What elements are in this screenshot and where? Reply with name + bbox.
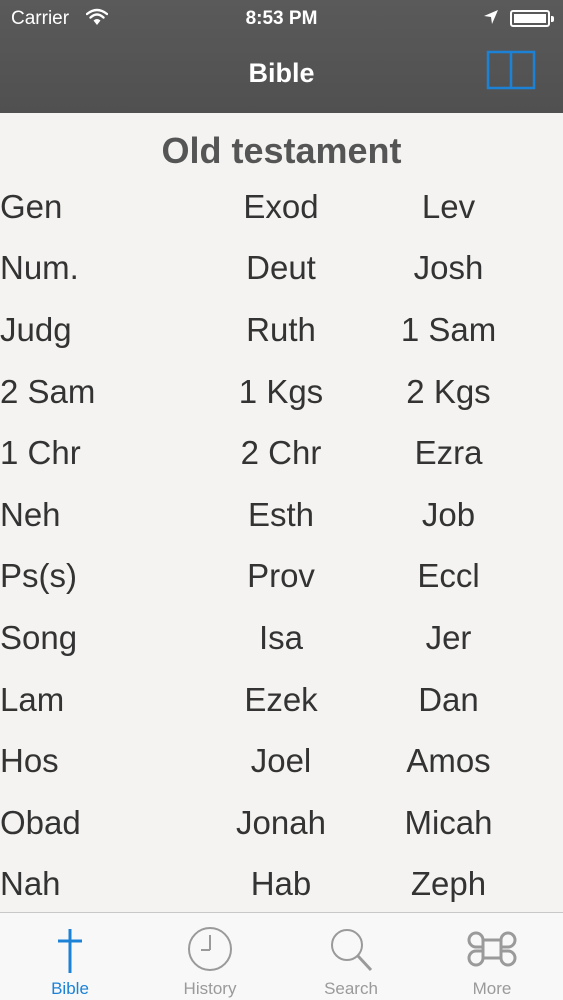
book-item[interactable]: Lev: [334, 176, 563, 238]
book-item[interactable]: Nah: [0, 854, 228, 916]
book-item[interactable]: Joel: [228, 730, 334, 792]
clock-icon: [188, 927, 232, 971]
tab-bible-label: Bible: [51, 979, 89, 998]
book-item[interactable]: 1 Kgs: [228, 361, 334, 423]
book-item[interactable]: Gen: [0, 176, 228, 238]
open-book-icon[interactable]: [486, 50, 536, 90]
battery-icon: [510, 10, 554, 27]
tab-bible[interactable]: Bible: [0, 913, 140, 1000]
nav-title: Bible: [248, 58, 315, 88]
book-item[interactable]: Micah: [334, 792, 563, 854]
status-time: 8:53 PM: [245, 8, 318, 29]
command-key-icon: [467, 931, 517, 967]
book-item[interactable]: Jer: [334, 607, 563, 669]
book-item[interactable]: Jonah: [228, 792, 334, 854]
status-bar: Carrier 8:53 PM: [0, 0, 563, 40]
book-item[interactable]: Ruth: [228, 299, 334, 361]
tab-history[interactable]: History: [140, 913, 280, 1000]
tab-search-label: Search: [324, 979, 378, 998]
book-grid: Gen Exod Lev Num. Deut Josh Judg Ruth 1 Sam 2 Sam…: [0, 176, 563, 915]
book-item[interactable]: Josh: [334, 238, 563, 300]
book-item[interactable]: 1 Sam: [334, 299, 563, 361]
book-item[interactable]: Dan: [334, 669, 563, 731]
book-item[interactable]: Ezek: [228, 669, 334, 731]
book-item[interactable]: Lam: [0, 669, 228, 731]
book-item[interactable]: Esth: [228, 484, 334, 546]
book-item[interactable]: Hab: [228, 854, 334, 916]
book-item[interactable]: Num.: [0, 238, 228, 300]
book-item[interactable]: 2 Chr: [228, 422, 334, 484]
tab-bar: Bible History Search More: [0, 912, 563, 1000]
magnifier-icon: [331, 929, 373, 972]
section-title: Old testament: [161, 130, 402, 171]
book-item[interactable]: Prov: [228, 546, 334, 608]
book-item[interactable]: Ezra: [334, 422, 563, 484]
book-item[interactable]: Ps(s): [0, 546, 228, 608]
book-item[interactable]: Obad: [0, 792, 228, 854]
book-item[interactable]: 2 Kgs: [334, 361, 563, 423]
book-item[interactable]: Song: [0, 607, 228, 669]
tab-more[interactable]: More: [422, 913, 562, 1000]
tab-more-label: More: [472, 979, 512, 998]
top-bar: Carrier 8:53 PM Bible: [0, 0, 563, 113]
book-item[interactable]: Eccl: [334, 546, 563, 608]
book-item[interactable]: Exod: [228, 176, 334, 238]
cross-icon: [58, 929, 82, 973]
book-item[interactable]: Amos: [334, 730, 563, 792]
book-item[interactable]: Isa: [228, 607, 334, 669]
book-item[interactable]: Judg: [0, 299, 228, 361]
book-item[interactable]: Hos: [0, 730, 228, 792]
book-item[interactable]: Neh: [0, 484, 228, 546]
location-arrow-icon: [483, 9, 499, 31]
book-item[interactable]: Zeph: [334, 854, 563, 916]
book-item[interactable]: 1 Chr: [0, 422, 228, 484]
book-item[interactable]: Deut: [228, 238, 334, 300]
tab-search[interactable]: Search: [281, 913, 421, 1000]
book-item[interactable]: 2 Sam: [0, 361, 228, 423]
tab-history-label: History: [183, 979, 237, 998]
book-item[interactable]: Job: [334, 484, 563, 546]
